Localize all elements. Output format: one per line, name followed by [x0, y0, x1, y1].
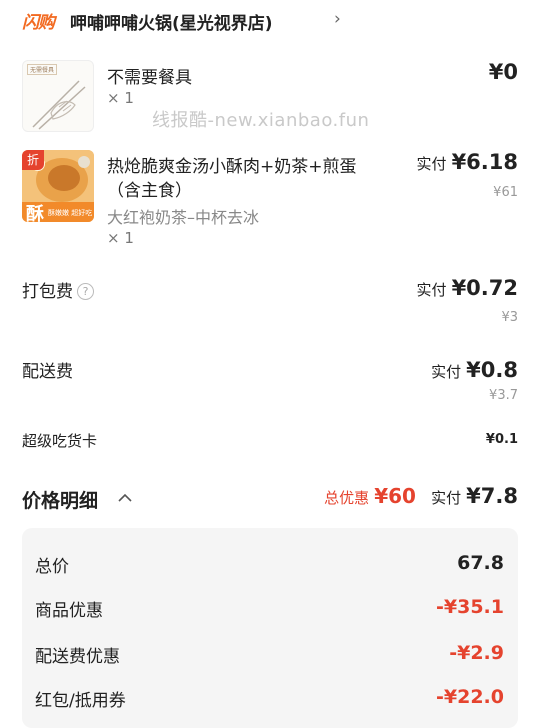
item-title-line2: （含主食）	[107, 181, 192, 201]
chevron-up-icon[interactable]	[118, 493, 132, 503]
price-breakdown-panel: 总价 67.8 商品优惠 -¥35.1 配送费优惠 -¥2.9 红包/抵用券 -…	[22, 528, 518, 728]
thumb-text: 酥	[26, 204, 44, 222]
packaging-fee-original: ¥3	[501, 310, 518, 325]
coupon-label: 红包/抵用券	[35, 691, 126, 711]
chopsticks-icon	[32, 80, 86, 130]
foodie-card-value: ¥0.1	[485, 432, 518, 447]
combo-thumbnail: 折 酥 酥嫩嫩 超好吃	[22, 150, 94, 222]
price-detail-summary: 总优惠 ¥60 实付 ¥7.8	[324, 484, 518, 508]
coupon-value: -¥22.0	[436, 686, 504, 708]
item-paid: 实付 ¥6.18	[416, 150, 518, 174]
item-discount-label: 商品优惠	[35, 601, 103, 621]
packaging-fee-paid: 实付 ¥0.72	[416, 276, 518, 300]
item-quantity: × 1	[107, 229, 134, 247]
total-discount-value: ¥60	[374, 484, 416, 508]
store-name[interactable]: 呷哺呷哺火锅(星光视界店)	[70, 9, 273, 34]
total-price-label: 总价	[35, 557, 69, 577]
delivery-fee-paid: 实付 ¥0.8	[431, 358, 518, 382]
total-discount-label: 总优惠	[324, 489, 370, 507]
item-quantity: × 1	[107, 89, 134, 107]
store-header[interactable]: 闪购 呷哺呷哺火锅(星光视界店) ›	[0, 0, 540, 44]
total-paid-value: ¥7.8	[466, 484, 518, 508]
item-title-line1: 热炝脆爽金汤小酥肉+奶茶+煎蛋	[107, 157, 357, 177]
item-discount-value: -¥35.1	[436, 596, 504, 618]
help-icon[interactable]: ?	[77, 283, 94, 300]
discount-badge: 折	[22, 150, 44, 170]
item-title: 不需要餐具	[107, 68, 192, 88]
no-cutlery-thumbnail: 无需餐具	[22, 60, 94, 132]
total-paid-label: 实付	[431, 489, 462, 507]
delivery-discount-value: -¥2.9	[449, 642, 504, 664]
delivery-discount-label: 配送费优惠	[35, 647, 120, 667]
paid-label: 实付	[416, 155, 447, 173]
item-spec: 大红袍奶茶–中杯去冰	[107, 208, 260, 227]
delivery-fee-label: 配送费	[22, 362, 73, 382]
delivery-fee-original: ¥3.7	[489, 388, 518, 403]
watermark: 线报酷-new.xianbao.fun	[152, 110, 370, 131]
item-price: ¥0	[488, 60, 518, 84]
packaging-fee-label: 打包费?	[22, 277, 94, 302]
thumb-caption: 酥嫩嫩 超好吃	[48, 209, 93, 217]
foodie-card-label: 超级吃货卡	[22, 432, 98, 450]
original-price: ¥61	[493, 185, 518, 200]
total-price-value: 67.8	[457, 552, 504, 574]
price-detail-title[interactable]: 价格明细	[22, 486, 98, 513]
flash-buy-logo: 闪购	[22, 13, 55, 33]
paid-value: ¥6.18	[451, 150, 518, 174]
chevron-right-icon[interactable]: ›	[334, 9, 341, 29]
